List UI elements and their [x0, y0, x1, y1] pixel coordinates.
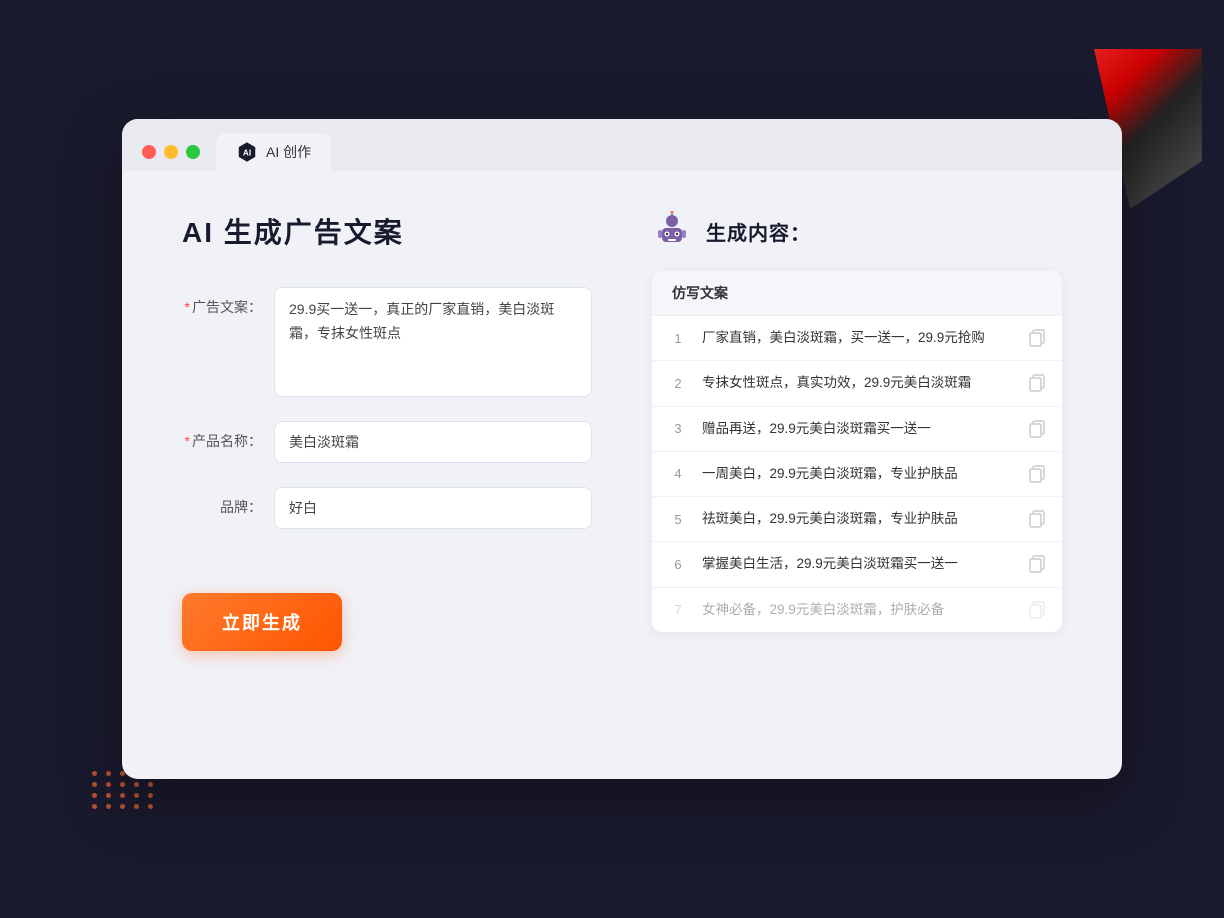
row-num-1: 1: [668, 331, 688, 346]
brand-label: 品牌：: [182, 487, 262, 517]
table-row: 3 赠品再送，29.9元美白淡斑霜买一送一: [652, 407, 1062, 452]
row-num-6: 6: [668, 557, 688, 572]
table-row-faded: 7 女神必备，29.9元美白淡斑霜，护肤必备: [652, 588, 1062, 632]
row-num-7: 7: [668, 602, 688, 617]
browser-chrome: AI AI 创作: [122, 119, 1122, 171]
form-group-ad-copy: *广告文案： 29.9买一送一，真正的厂家直销，美白淡斑霜，专抹女性斑点: [182, 287, 592, 397]
table-row: 6 掌握美白生活，29.9元美白淡斑霜买一送一: [652, 542, 1062, 587]
copy-icon-3[interactable]: [1028, 420, 1046, 438]
robot-icon: [652, 211, 692, 251]
copy-icon-1[interactable]: [1028, 329, 1046, 347]
copy-icon-6[interactable]: [1028, 555, 1046, 573]
product-name-label: *产品名称：: [182, 421, 262, 451]
form-group-brand: 品牌：: [182, 487, 592, 529]
copy-icon-2[interactable]: [1028, 374, 1046, 392]
row-text-7: 女神必备，29.9元美白淡斑霜，护肤必备: [702, 600, 1014, 620]
ai-tab-icon: AI: [236, 141, 258, 163]
table-row: 1 厂家直销，美白淡斑霜，买一送一，29.9元抢购: [652, 316, 1062, 361]
result-table: 仿写文案 1 厂家直销，美白淡斑霜，买一送一，29.9元抢购 2 专抹女性斑点，…: [652, 271, 1062, 632]
generate-button[interactable]: 立即生成: [182, 593, 342, 651]
active-tab[interactable]: AI AI 创作: [216, 133, 331, 171]
tab-label: AI 创作: [266, 142, 311, 162]
result-header: 生成内容：: [652, 211, 1062, 251]
scene: AI AI 创作 AI 生成广告文案 *广告文案： 29.9买一送一，真正的厂家…: [62, 79, 1162, 839]
copy-icon-4[interactable]: [1028, 465, 1046, 483]
ad-copy-textarea[interactable]: 29.9买一送一，真正的厂家直销，美白淡斑霜，专抹女性斑点: [274, 287, 592, 397]
row-text-2: 专抹女性斑点，真实功效，29.9元美白淡斑霜: [702, 373, 1014, 393]
close-button[interactable]: [142, 145, 156, 159]
table-row: 2 专抹女性斑点，真实功效，29.9元美白淡斑霜: [652, 361, 1062, 406]
right-panel: 生成内容： 仿写文案 1 厂家直销，美白淡斑霜，买一送一，29.9元抢购 2: [652, 211, 1062, 739]
minimize-button[interactable]: [164, 145, 178, 159]
brand-input[interactable]: [274, 487, 592, 529]
product-name-input[interactable]: [274, 421, 592, 463]
left-panel: AI 生成广告文案 *广告文案： 29.9买一送一，真正的厂家直销，美白淡斑霜，…: [182, 211, 592, 739]
row-text-5: 祛斑美白，29.9元美白淡斑霜，专业护肤品: [702, 509, 1014, 529]
result-title: 生成内容：: [706, 217, 811, 246]
row-num-2: 2: [668, 376, 688, 391]
page-title: AI 生成广告文案: [182, 211, 592, 251]
table-row: 5 祛斑美白，29.9元美白淡斑霜，专业护肤品: [652, 497, 1062, 542]
required-star-1: *: [185, 299, 190, 315]
row-num-4: 4: [668, 466, 688, 481]
ad-copy-label: *广告文案：: [182, 287, 262, 317]
required-star-2: *: [185, 433, 190, 449]
form-group-product: *产品名称：: [182, 421, 592, 463]
browser-window: AI AI 创作 AI 生成广告文案 *广告文案： 29.9买一送一，真正的厂家…: [122, 119, 1122, 779]
row-text-1: 厂家直销，美白淡斑霜，买一送一，29.9元抢购: [702, 328, 1014, 348]
copy-icon-5[interactable]: [1028, 510, 1046, 528]
row-num-3: 3: [668, 421, 688, 436]
table-header: 仿写文案: [652, 271, 1062, 316]
row-text-4: 一周美白，29.9元美白淡斑霜，专业护肤品: [702, 464, 1014, 484]
browser-content: AI 生成广告文案 *广告文案： 29.9买一送一，真正的厂家直销，美白淡斑霜，…: [122, 171, 1122, 779]
window-controls: [142, 145, 200, 159]
svg-text:AI: AI: [243, 149, 251, 158]
row-text-3: 赠品再送，29.9元美白淡斑霜买一送一: [702, 419, 1014, 439]
row-num-5: 5: [668, 512, 688, 527]
maximize-button[interactable]: [186, 145, 200, 159]
copy-icon-7[interactable]: [1028, 601, 1046, 619]
row-text-6: 掌握美白生活，29.9元美白淡斑霜买一送一: [702, 554, 1014, 574]
table-row: 4 一周美白，29.9元美白淡斑霜，专业护肤品: [652, 452, 1062, 497]
